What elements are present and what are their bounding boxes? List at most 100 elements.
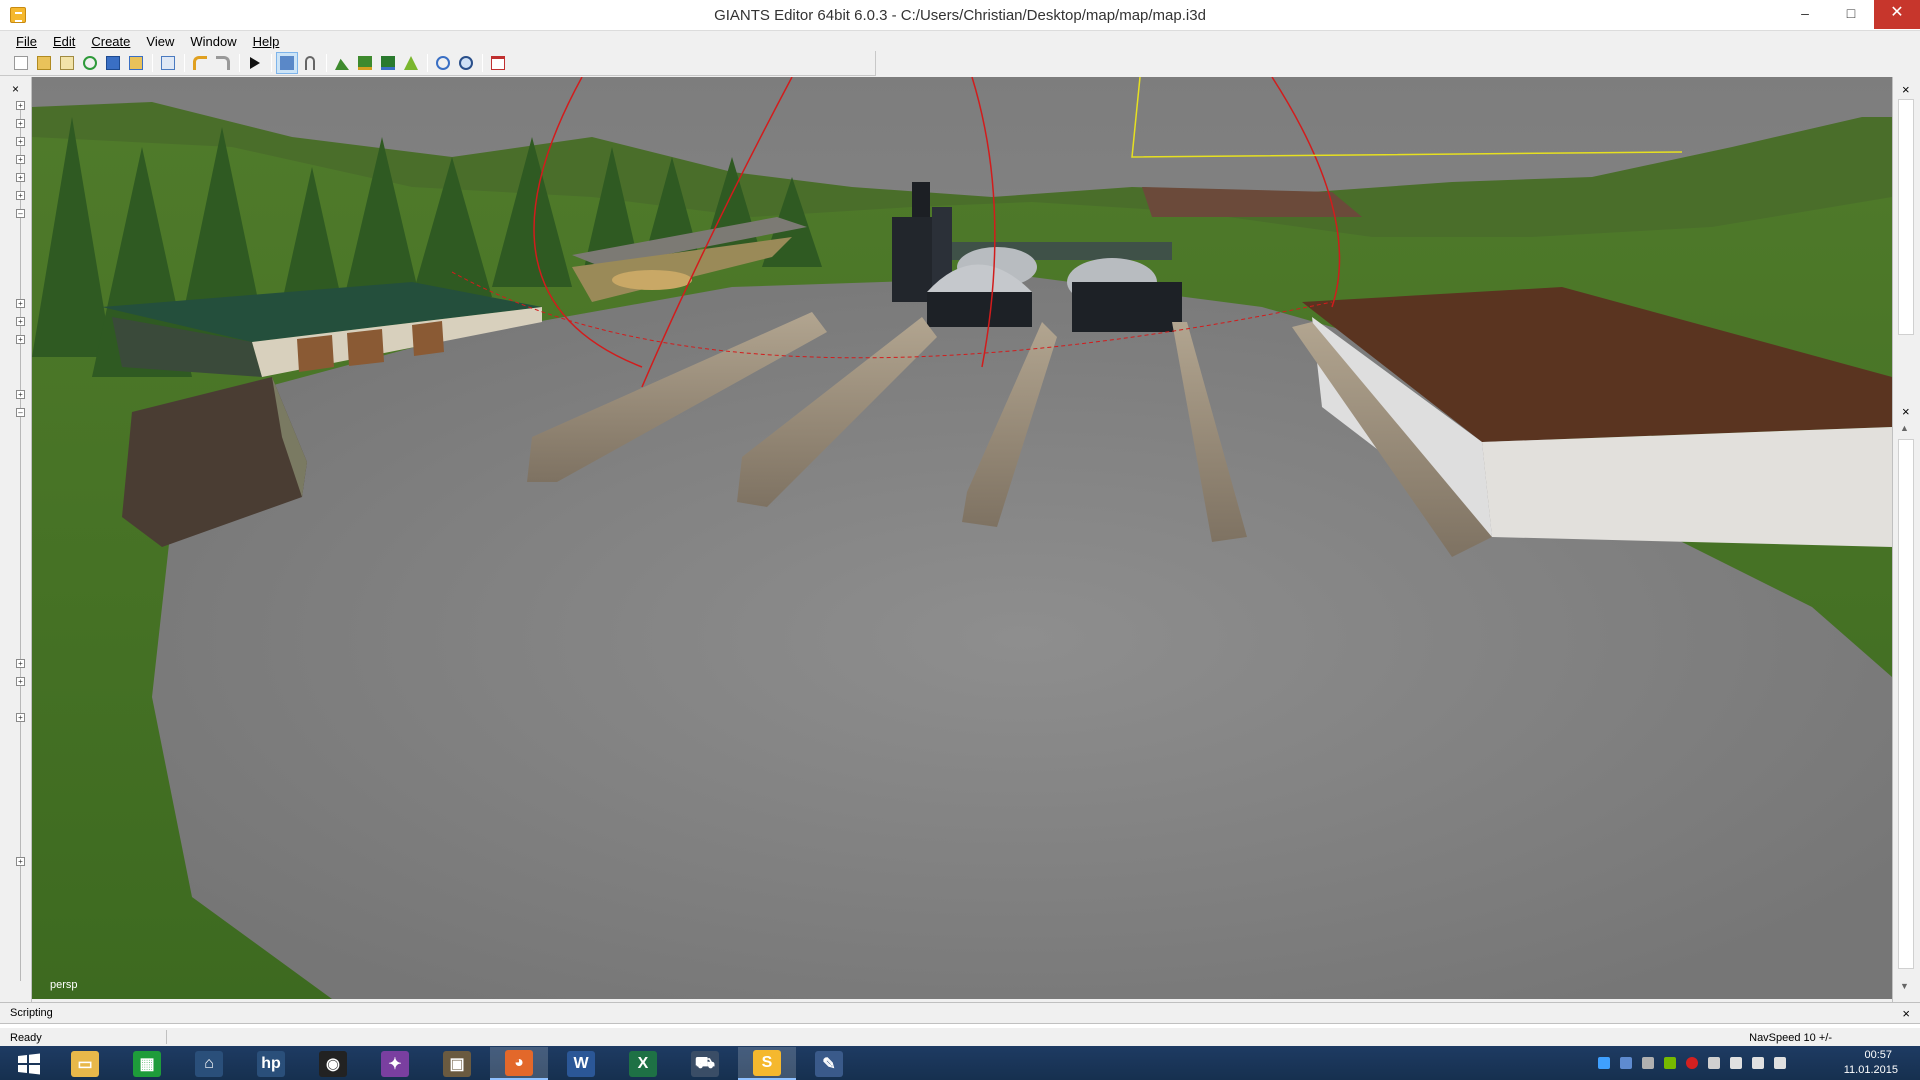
terrain-paint-icon[interactable] [354, 52, 376, 74]
clock-date[interactable]: 11.01.2015 [1844, 1064, 1898, 1076]
undo-icon[interactable] [189, 52, 211, 74]
transform-close-button[interactable]: × [1902, 404, 1910, 419]
tree-expand-toggle[interactable]: + [16, 173, 25, 182]
tree-collapse-toggle[interactable]: – [16, 209, 25, 218]
play-icon[interactable] [244, 52, 266, 74]
close-button[interactable]: ✕ [1874, 0, 1920, 29]
refresh-icon[interactable] [79, 52, 101, 74]
firefox-icon[interactable]: ◕ [490, 1047, 548, 1080]
store-icon[interactable]: ▦ [118, 1047, 176, 1080]
store-icon-glyph: ▦ [133, 1050, 161, 1077]
terrain-sculpt-icon[interactable] [331, 52, 353, 74]
network-share-icon[interactable] [1620, 1057, 1632, 1069]
clock-time[interactable]: 00:57 [1864, 1049, 1892, 1061]
hay-pile [612, 270, 692, 290]
taskbar: ▭ ▦ ⌂ hp ◉ ✦ ▣ ◕ W X ⛟ S ✎ 00:57 11.01.2015 [0, 1046, 1920, 1080]
new-file-icon[interactable] [10, 52, 32, 74]
tree-expand-toggle[interactable]: + [16, 137, 25, 146]
scroll-down-arrow[interactable]: ▼ [1900, 981, 1909, 991]
right-shed-back [1482, 427, 1892, 547]
scripting-label: Scripting [10, 1007, 53, 1019]
scripting-close-button[interactable]: × [1902, 1006, 1910, 1021]
digester-tank [927, 292, 1032, 327]
status-divider [166, 1030, 167, 1044]
bluetooth-icon[interactable] [1598, 1057, 1610, 1069]
paint-icon[interactable]: ✎ [800, 1047, 858, 1080]
menu-help[interactable]: Help [245, 34, 288, 49]
signal-icon[interactable] [1752, 1057, 1764, 1069]
word-icon[interactable]: W [552, 1047, 610, 1080]
menu-create[interactable]: Create [83, 34, 138, 49]
vertical-scrollbar[interactable] [1898, 439, 1914, 969]
menu-bar: File Edit Create View Window Help [0, 31, 1920, 51]
decal-paint-icon[interactable] [400, 52, 422, 74]
tree-expand-toggle[interactable]: + [16, 155, 25, 164]
scale-icon[interactable] [455, 52, 477, 74]
tree-expand-toggle[interactable]: + [16, 659, 25, 668]
export-icon[interactable] [125, 52, 147, 74]
volume-icon[interactable] [1774, 1057, 1786, 1069]
attributes-close-button[interactable]: × [1902, 82, 1910, 97]
tree-expand-toggle[interactable]: + [16, 317, 25, 326]
color-app-icon[interactable]: ✦ [366, 1047, 424, 1080]
maximize-button[interactable]: □ [1828, 0, 1874, 29]
tree-collapse-toggle[interactable]: – [16, 408, 25, 417]
tree-guide-line [20, 101, 21, 981]
toolbar-separator [482, 54, 483, 72]
tractor-icon[interactable]: ⛟ [676, 1047, 734, 1080]
device-icon[interactable] [1642, 1057, 1654, 1069]
scene-render [32, 77, 1892, 999]
redo-icon[interactable] [212, 52, 234, 74]
delete-icon[interactable] [487, 52, 509, 74]
toolbar-separator [152, 54, 153, 72]
security-icon[interactable] [1686, 1057, 1698, 1069]
nvidia-icon[interactable] [1664, 1057, 1676, 1069]
edit-file-icon[interactable] [56, 52, 78, 74]
move-tool-icon[interactable] [299, 52, 321, 74]
tree-expand-toggle[interactable]: + [16, 101, 25, 110]
tree-expand-toggle[interactable]: + [16, 335, 25, 344]
flag-icon[interactable] [1708, 1057, 1720, 1069]
menu-window[interactable]: Window [182, 34, 244, 49]
open-file-icon[interactable] [33, 52, 55, 74]
tree-expand-toggle[interactable]: + [16, 191, 25, 200]
tree-expand-toggle[interactable]: + [16, 390, 25, 399]
attributes-panel: × × ▲ ▼ [1892, 77, 1920, 1002]
menu-edit[interactable]: Edit [45, 34, 83, 49]
tree-expand-toggle[interactable]: + [16, 299, 25, 308]
scenegraph-close-button[interactable]: × [12, 82, 19, 96]
excel-icon[interactable]: X [614, 1047, 672, 1080]
panel-scroll-area[interactable] [1898, 99, 1914, 335]
power-icon[interactable] [1730, 1057, 1742, 1069]
scroll-up-arrow[interactable]: ▲ [1900, 423, 1909, 433]
color-app-icon-glyph: ✦ [381, 1050, 409, 1077]
giants-editor-icon[interactable]: S [738, 1047, 796, 1080]
home-icon[interactable]: ⌂ [180, 1047, 238, 1080]
foliage-paint-icon[interactable] [377, 52, 399, 74]
game-icon[interactable]: ▣ [428, 1047, 486, 1080]
hp-icon[interactable]: hp [242, 1047, 300, 1080]
title-bar: GIANTS Editor 64bit 6.0.3 - C:/Users/Chr… [0, 0, 1920, 31]
file-explorer-icon[interactable]: ▭ [56, 1047, 114, 1080]
3d-viewport[interactable]: persp [32, 77, 1892, 999]
home-icon-glyph: ⌂ [195, 1050, 223, 1077]
tree-expand-toggle[interactable]: + [16, 119, 25, 128]
tree-expand-toggle[interactable]: + [16, 857, 25, 866]
tree-expand-toggle[interactable]: + [16, 713, 25, 722]
toolbar [0, 51, 876, 76]
select-tool-icon[interactable] [276, 52, 298, 74]
minimize-button[interactable]: – [1782, 0, 1828, 29]
nav-speed-readout: NavSpeed 10 +/- [1749, 1032, 1832, 1044]
reload-icon[interactable] [157, 52, 179, 74]
save-icon[interactable] [102, 52, 124, 74]
tractor-icon-glyph: ⛟ [691, 1050, 719, 1077]
camera-icon[interactable]: ◉ [304, 1047, 362, 1080]
windows-start-icon[interactable] [0, 1047, 58, 1080]
scripting-panel-header: Scripting × [0, 1002, 1920, 1024]
firefox-icon-glyph: ◕ [505, 1049, 533, 1076]
menu-file[interactable]: File [8, 34, 45, 49]
rotate-icon[interactable] [432, 52, 454, 74]
menu-view[interactable]: View [138, 34, 182, 49]
game-icon-glyph: ▣ [443, 1050, 471, 1077]
tree-expand-toggle[interactable]: + [16, 677, 25, 686]
